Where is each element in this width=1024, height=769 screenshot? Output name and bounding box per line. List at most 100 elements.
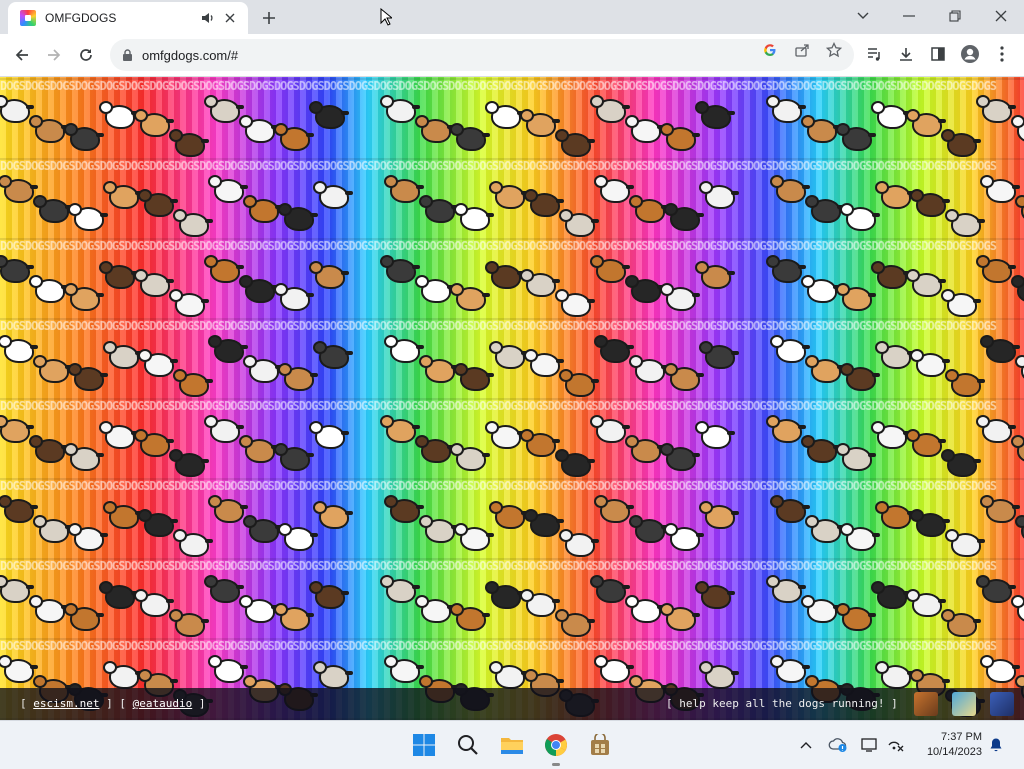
running-dog-sprite <box>380 415 420 443</box>
running-dog-sprite <box>875 501 915 529</box>
star-icon[interactable] <box>826 42 842 58</box>
running-dog-sprite <box>590 255 630 283</box>
close-window-icon[interactable] <box>978 0 1024 32</box>
footer-bracket: ] <box>192 697 206 710</box>
speaker-icon[interactable] <box>200 10 216 26</box>
running-dog-sprite <box>99 261 139 289</box>
running-dog-sprite <box>204 575 244 603</box>
notifications-icon[interactable] <box>986 735 1006 755</box>
google-icon[interactable] <box>762 42 778 58</box>
profile-icon[interactable] <box>960 44 980 64</box>
chevron-up-icon[interactable] <box>796 735 816 755</box>
running-dog-sprite <box>29 435 69 463</box>
running-dog-sprite <box>99 101 139 129</box>
running-dog-sprite <box>0 655 38 683</box>
file-explorer-icon[interactable] <box>496 729 528 761</box>
running-dog-sprite <box>840 363 880 391</box>
back-icon[interactable] <box>6 39 38 71</box>
share-icon[interactable] <box>794 42 810 58</box>
footer-thumb-3[interactable] <box>990 692 1014 716</box>
running-dog-sprite <box>770 175 810 203</box>
download-icon[interactable] <box>896 44 916 64</box>
running-dog-sprite <box>169 129 209 157</box>
running-dog-sprite <box>204 415 244 443</box>
running-dog-sprite <box>660 603 700 631</box>
minimize-icon[interactable] <box>886 0 932 32</box>
footer-thumb-2[interactable] <box>952 692 976 716</box>
sidepanel-icon[interactable] <box>928 44 948 64</box>
menu-icon[interactable] <box>992 44 1012 64</box>
running-dog-sprite <box>980 175 1020 203</box>
running-dog-sprite <box>976 575 1016 603</box>
running-dog-sprite <box>941 289 981 317</box>
donate-link[interactable]: [ help keep all the dogs running! ] <box>666 697 898 710</box>
running-dog-sprite <box>68 363 108 391</box>
media-icon[interactable] <box>864 44 884 64</box>
omfgdogs-favicon-icon <box>20 10 36 26</box>
running-dog-sprite <box>836 603 876 631</box>
dogs-word-strip: DOGSDOGSDOGSDOGSDOGSDOGSDOGSDOGSDOGSDOGS… <box>0 479 997 493</box>
running-dog-sprite <box>559 369 599 397</box>
store-icon[interactable] <box>584 729 616 761</box>
reload-icon[interactable] <box>70 39 102 71</box>
system-clock[interactable]: 7:37 PM 10/14/2023 <box>916 730 982 760</box>
dog-row: DOGSDOGSDOGSDOGSDOGSDOGSDOGSDOGSDOGSDOGS… <box>0 157 1024 237</box>
url-text: omfgdogs.com/# <box>142 47 239 63</box>
running-dog-sprite <box>660 123 700 151</box>
running-dog-sprite <box>68 523 108 551</box>
escism-link[interactable]: escism.net <box>33 697 99 710</box>
onedrive-icon[interactable] <box>828 735 848 755</box>
running-dog-sprite <box>801 595 841 623</box>
running-dog-sprite <box>559 209 599 237</box>
running-dog-sprite <box>64 603 104 631</box>
close-tab-icon[interactable] <box>222 10 238 26</box>
forward-icon[interactable] <box>38 39 70 71</box>
chrome-icon[interactable] <box>540 729 572 766</box>
lock-icon[interactable] <box>120 48 134 62</box>
running-dog-sprite <box>906 429 946 457</box>
running-dog-sprite <box>208 495 248 523</box>
running-dog-sprite <box>309 261 349 289</box>
display-icon[interactable] <box>860 735 880 755</box>
running-dog-sprite <box>64 283 104 311</box>
search-icon[interactable] <box>452 729 484 761</box>
running-dog-sprite <box>103 501 143 529</box>
running-dog-sprite <box>485 581 525 609</box>
windows-start-icon[interactable] <box>408 729 440 761</box>
running-dog-sprite <box>450 443 490 471</box>
running-dog-sprite <box>906 109 946 137</box>
address-bar[interactable]: omfgdogs.com/# <box>110 39 854 71</box>
dog-row: DOGSDOGSDOGSDOGSDOGSDOGSDOGSDOGSDOGSDOGS… <box>0 237 1024 317</box>
running-dog-sprite <box>1011 435 1024 463</box>
running-dog-sprite <box>875 181 915 209</box>
running-dog-sprite <box>489 341 529 369</box>
running-dog-sprite <box>625 595 665 623</box>
running-dog-sprite <box>875 341 915 369</box>
running-dog-sprite <box>274 123 314 151</box>
running-dog-sprite <box>450 283 490 311</box>
running-dog-sprite <box>695 101 735 129</box>
running-dog-sprite <box>450 123 490 151</box>
chevron-down-icon[interactable] <box>840 0 886 32</box>
running-dog-sprite <box>976 255 1016 283</box>
eataudio-link[interactable]: @eataudio <box>133 697 193 710</box>
running-dog-sprite <box>103 661 143 689</box>
running-dog-sprite <box>625 275 665 303</box>
tab-omfgdogs[interactable]: OMFGDOGS <box>8 2 248 34</box>
footer-thumb-1[interactable] <box>914 692 938 716</box>
running-dog-sprite <box>313 661 353 689</box>
network-muted-icon[interactable] <box>886 735 906 755</box>
running-dog-sprite <box>173 369 213 397</box>
running-dog-sprite <box>594 495 634 523</box>
plus-icon[interactable] <box>258 7 280 29</box>
running-dog-sprite <box>520 269 560 297</box>
running-dog-sprite <box>33 195 73 223</box>
running-dog-sprite <box>520 589 560 617</box>
running-dog-sprite <box>309 101 349 129</box>
restore-icon[interactable] <box>932 0 978 32</box>
running-dog-sprite <box>0 575 34 603</box>
running-dog-sprite <box>239 435 279 463</box>
running-dog-sprite <box>1011 595 1024 623</box>
running-dog-sprite <box>836 123 876 151</box>
running-dog-sprite <box>419 195 459 223</box>
